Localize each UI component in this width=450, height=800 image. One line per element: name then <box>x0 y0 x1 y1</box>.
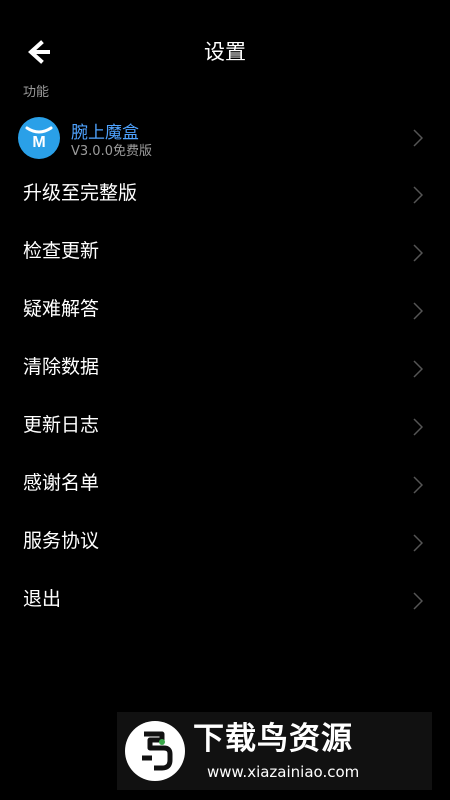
section-label: 功能 <box>23 85 50 100</box>
chevron-right-icon <box>413 360 423 378</box>
menu-item-exit[interactable]: 退出 <box>0 572 450 630</box>
menu-item-label: 疑难解答 <box>23 298 100 320</box>
app-name: 腕上魔盒 <box>71 123 139 143</box>
chevron-right-icon <box>413 476 423 494</box>
chevron-right-icon <box>413 129 423 147</box>
watermark-banner: 下载鸟资源 www.xiazainiao.com <box>117 712 432 790</box>
menu-item-label: 感谢名单 <box>23 472 100 494</box>
watermark-title: 下载鸟资源 <box>193 721 353 757</box>
chevron-right-icon <box>413 418 423 436</box>
app-version: V3.0.0免费版 <box>71 144 152 159</box>
menu-item-clear-data[interactable]: 清除数据 <box>0 340 450 398</box>
menu-item-label: 退出 <box>23 588 62 610</box>
settings-menu: 升级至完整版 检查更新 疑难解答 清除数据 更新日志 感谢名单 服务协议 退出 <box>0 166 450 630</box>
menu-item-label: 检查更新 <box>23 240 100 262</box>
watermark-url: www.xiazainiao.com <box>207 763 360 781</box>
menu-item-troubleshooting[interactable]: 疑难解答 <box>0 282 450 340</box>
chevron-right-icon <box>413 302 423 320</box>
chevron-right-icon <box>413 186 423 204</box>
menu-item-service-agreement[interactable]: 服务协议 <box>0 514 450 572</box>
menu-item-upgrade[interactable]: 升级至完整版 <box>0 166 450 224</box>
menu-item-check-update[interactable]: 检查更新 <box>0 224 450 282</box>
menu-item-label: 升级至完整版 <box>23 182 138 204</box>
page-title: 设置 <box>204 40 246 64</box>
chevron-right-icon <box>413 244 423 262</box>
watermark-bird-logo-icon <box>125 721 185 781</box>
chevron-right-icon <box>413 534 423 552</box>
app-logo-letter: M <box>32 134 45 151</box>
menu-item-label: 清除数据 <box>23 356 100 378</box>
menu-item-changelog[interactable]: 更新日志 <box>0 398 450 456</box>
menu-item-label: 服务协议 <box>23 530 100 552</box>
app-info-row[interactable]: M 腕上魔盒 V3.0.0免费版 <box>0 110 450 166</box>
chevron-right-icon <box>413 592 423 610</box>
top-bar: 设置 <box>0 0 450 78</box>
menu-item-label: 更新日志 <box>23 414 100 436</box>
menu-item-credits[interactable]: 感谢名单 <box>0 456 450 514</box>
app-logo-icon: M <box>18 117 60 159</box>
